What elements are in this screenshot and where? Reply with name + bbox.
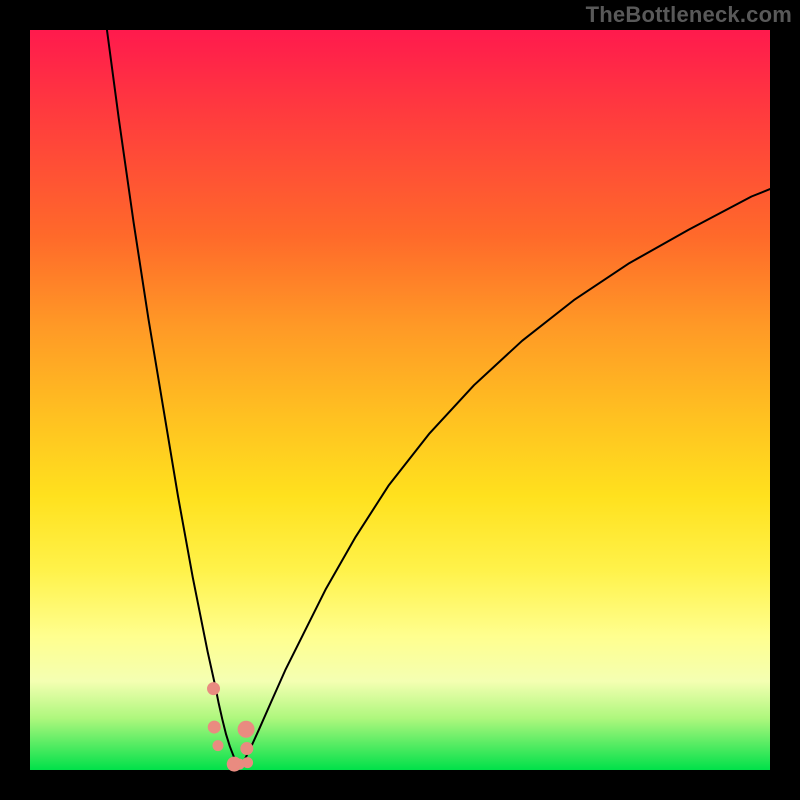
curve-right_branch <box>239 189 770 768</box>
marker-point <box>241 743 253 755</box>
plot-area <box>30 30 770 770</box>
marker-point <box>208 683 220 695</box>
marker-point <box>213 741 223 751</box>
chart-frame: TheBottleneck.com <box>0 0 800 800</box>
watermark-text: TheBottleneck.com <box>586 2 792 28</box>
curve-svg <box>30 30 770 770</box>
marker-point <box>243 758 253 768</box>
curve-left_branch <box>107 30 239 768</box>
marker-point <box>208 721 220 733</box>
marker-point <box>238 721 254 737</box>
